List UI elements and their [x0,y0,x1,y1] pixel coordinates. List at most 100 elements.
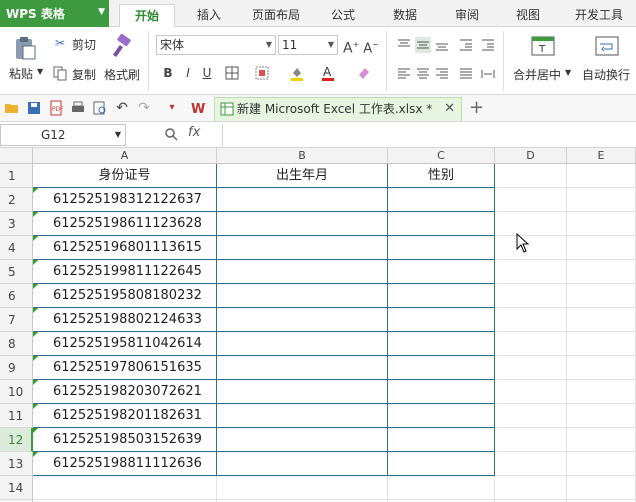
tab-insert[interactable]: 插入 [186,4,232,27]
wrap-text-icon[interactable] [594,34,620,60]
clear-format-icon[interactable] [356,65,372,81]
cell-c9[interactable] [388,356,495,380]
align-top-icon[interactable] [396,37,412,53]
indent-decrease-icon[interactable] [458,37,474,53]
wrap-text-button[interactable]: 自动换行 [582,66,630,83]
cell-b8[interactable] [217,332,388,356]
formula-input[interactable] [222,124,636,146]
align-middle-icon[interactable] [415,37,431,53]
cell-a7[interactable]: 612525198802124633 [33,308,217,332]
row-header-5[interactable]: 5 [0,260,33,284]
cell-a4[interactable]: 612525196801113615 [33,236,217,260]
row-header-3[interactable]: 3 [0,212,33,236]
copy-icon[interactable] [52,65,68,81]
cell-e5[interactable] [567,260,636,284]
underline-button[interactable]: U [199,65,215,81]
cell-a3[interactable]: 612525198611123628 [33,212,217,236]
row-header-9[interactable]: 9 [0,356,33,380]
paste-button[interactable]: 粘贴 [9,65,33,82]
cell-b13[interactable] [217,452,388,476]
cell-e3[interactable] [567,212,636,236]
cell-d13[interactable] [495,452,567,476]
cell-e8[interactable] [567,332,636,356]
cell-c7[interactable] [388,308,495,332]
cell-a14[interactable] [33,476,217,500]
cell-b5[interactable] [217,260,388,284]
cut-button[interactable]: 剪切 [72,36,96,53]
cell-e13[interactable] [567,452,636,476]
print-preview-icon[interactable] [92,100,108,116]
cell-a1[interactable]: 身份证号 [33,164,217,188]
row-header-14[interactable]: 14 [0,476,33,500]
cell-b4[interactable] [217,236,388,260]
row-header-11[interactable]: 11 [0,404,33,428]
cell-d9[interactable] [495,356,567,380]
cell-b6[interactable] [217,284,388,308]
column-header-a[interactable]: A [33,148,217,164]
cell-d14[interactable] [495,476,567,500]
fill-color-icon[interactable] [289,65,305,81]
cell-e7[interactable] [567,308,636,332]
distributed-align-icon[interactable] [480,66,496,82]
cell-b1[interactable]: 出生年月 [217,164,388,188]
cell-c3[interactable] [388,212,495,236]
cell-a5[interactable]: 612525199811122645 [33,260,217,284]
align-center-icon[interactable] [415,66,431,82]
row-header-4[interactable]: 4 [0,236,33,260]
font-name-select[interactable]: 宋体 ▼ [156,35,276,55]
cell-c14[interactable] [388,476,495,500]
wps-logo-icon[interactable]: W [190,100,206,116]
cell-a8[interactable]: 612525195811042614 [33,332,217,356]
cell-b12[interactable] [217,428,388,452]
column-header-c[interactable]: C [388,148,495,164]
cell-style-icon[interactable] [254,65,270,81]
select-all-corner[interactable] [0,148,33,164]
cell-d7[interactable] [495,308,567,332]
cell-d4[interactable] [495,236,567,260]
bold-button[interactable]: B [160,65,176,81]
cell-a6[interactable]: 612525195808180232 [33,284,217,308]
cell-e1[interactable] [567,164,636,188]
cell-c10[interactable] [388,380,495,404]
cell-b9[interactable] [217,356,388,380]
row-header-7[interactable]: 7 [0,308,33,332]
cell-d2[interactable] [495,188,567,212]
cell-c11[interactable] [388,404,495,428]
cell-a9[interactable]: 612525197806151635 [33,356,217,380]
insert-function-button[interactable]: fx [188,125,200,140]
chevron-down-icon[interactable]: ▼ [565,68,571,77]
decrease-font-icon[interactable]: A− [363,37,379,56]
format-painter-icon[interactable] [108,34,134,60]
column-header-d[interactable]: D [495,148,567,164]
cell-d10[interactable] [495,380,567,404]
font-color-icon[interactable]: A [320,65,336,81]
column-header-e[interactable]: E [567,148,636,164]
cell-c1[interactable]: 性别 [388,164,495,188]
cell-e10[interactable] [567,380,636,404]
cell-c12[interactable] [388,428,495,452]
cell-e9[interactable] [567,356,636,380]
new-tab-plus-icon[interactable]: + [469,97,484,118]
align-bottom-icon[interactable] [434,37,450,53]
merge-center-icon[interactable]: T [530,34,556,60]
tab-page-layout[interactable]: 页面布局 [243,4,309,27]
row-header-6[interactable]: 6 [0,284,33,308]
cell-b3[interactable] [217,212,388,236]
cell-d5[interactable] [495,260,567,284]
cell-e4[interactable] [567,236,636,260]
cell-a13[interactable]: 612525198811112636 [33,452,217,476]
close-icon[interactable]: ✕ [444,98,455,120]
cell-c2[interactable] [388,188,495,212]
cell-b10[interactable] [217,380,388,404]
save-icon[interactable] [26,100,42,116]
cell-b2[interactable] [217,188,388,212]
cell-e2[interactable] [567,188,636,212]
cell-a12[interactable]: 612525198503152639 [33,428,217,452]
cell-b11[interactable] [217,404,388,428]
justify-icon[interactable] [458,66,474,82]
cell-d11[interactable] [495,404,567,428]
cell-c4[interactable] [388,236,495,260]
cell-d1[interactable] [495,164,567,188]
document-tab[interactable]: 新建 Microsoft Excel 工作表.xlsx * ✕ [214,97,462,121]
undo-icon[interactable]: ↶ [114,100,130,116]
